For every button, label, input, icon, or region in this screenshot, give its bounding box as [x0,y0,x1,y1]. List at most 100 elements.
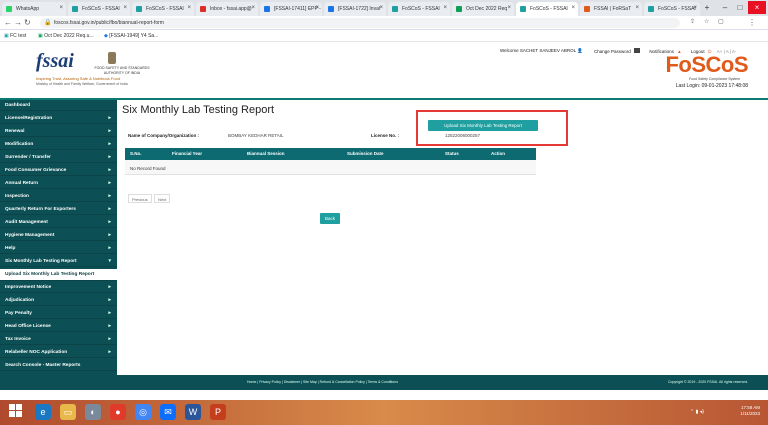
tab-label: FoSCoS - FSSAI [402,6,440,12]
upload-lab-report-button[interactable]: Upload Six Monthly Lab Testing Report [428,120,538,131]
browser-tab[interactable]: FSSAI | FoRSaT × [580,2,642,16]
new-tab-icon[interactable]: + [703,1,711,14]
share-icon[interactable]: ⇪ [690,18,695,25]
sidebar-item-label: Pay Penalty [5,311,32,316]
chevron-right-icon: ▸ [108,154,111,160]
browser-tab[interactable]: FoSCoS - FSSAI × [644,2,700,16]
browser-tab[interactable]: FoSCoS - FSSAI × [68,2,130,16]
logo-tagline: Inspiring Trust, Assuring Safe & Nutriti… [36,76,121,81]
pagination-previous[interactable]: Previous [128,194,152,203]
pagination-next[interactable]: Next [154,194,171,203]
sidebar-item-adjudication[interactable]: Adjudication ▸ [0,295,117,306]
browser-tab-active[interactable]: FoSCoS - FSSAI × [516,2,578,16]
close-icon[interactable]: × [443,5,447,11]
sidebar-item-help[interactable]: Help ▸ [0,243,117,254]
bookmark-item[interactable]: ▣ Oct Dec 2022 Req.u... [38,33,94,39]
internet-explorer-icon[interactable]: e [35,404,51,420]
chrome-icon[interactable]: ◎ [135,404,151,420]
tab-label: FoSCoS - FSSAI [146,6,184,12]
sidebar-item-modification[interactable]: Modification ▸ [0,139,117,150]
powerpoint-icon[interactable]: P [210,404,226,420]
sidebar-item-six-monthly-lab-report[interactable]: Six Monthly Lab Testing Report ▾ [0,256,117,267]
close-icon[interactable]: × [379,5,383,11]
bookmark-item[interactable]: ◆ [FSSAI-1949] Y4 Sa... [104,33,158,39]
reload-icon[interactable]: ↻ [24,18,31,27]
close-icon[interactable]: × [635,5,639,11]
sidebar-item-search-console[interactable]: Search Console - Master Reports [0,360,117,371]
sidebar-item-label: Inspection [5,194,29,199]
windows-start-icon[interactable] [8,404,24,420]
sidebar-item-label: Head Office License [5,324,51,329]
fssai-favicon-icon [392,6,398,12]
chevron-right-icon: ▸ [108,336,111,342]
system-tray-icons[interactable]: ⌃ ▮ ◂) [690,409,704,415]
browser-tab[interactable]: [FSSAI-17411] EPP - × [260,2,322,16]
star-icon[interactable]: ☆ [704,18,709,25]
sidebar-item-food-consumer-grievance[interactable]: Food Consumer Grievance ▸ [0,165,117,176]
sidebar-item-hygiene-management[interactable]: Hygiene Management ▸ [0,230,117,241]
url-input[interactable]: 🔒 foscos.fssai.gov.in/public/fbo/biannua… [40,18,680,28]
site-header: fssai FOOD SAFETY AND STANDARDS AUTHORIT… [0,42,768,98]
sidebar-subitem-upload-lab-report[interactable]: Upload Six Monthly Lab Testing Report [0,269,117,281]
change-password-link[interactable]: Change Password [594,49,631,54]
extensions-icon[interactable]: ▢ [718,18,724,25]
sidebar-item-annual-return[interactable]: Annual Return ▸ [0,178,117,189]
company-label: Name of Company/Organization : [128,133,200,138]
app-icon[interactable]: ◐ [85,404,101,420]
sidebar-item-tax-invoice[interactable]: Tax Invoice ▸ [0,334,117,345]
tab-label: FSSAI | FoRSaT [594,6,632,12]
sidebar-item-label: Search Console - Master Reports [5,363,81,368]
sidebar-item-inspection[interactable]: Inspection ▸ [0,191,117,202]
chevron-right-icon: ▸ [108,206,111,212]
minimize-icon[interactable]: – [718,1,732,14]
browser-tab[interactable]: Oct Dec 2022 Req × [452,2,514,16]
word-icon[interactable]: W [185,404,201,420]
browser-tab[interactable]: [FSSAI-1722] Inval × [324,2,386,16]
sidebar-item-label: Tax Invoice [5,337,31,342]
copyright-text: Copyright © 2019 - 2020 FSSAI. All right… [667,380,748,384]
sidebar-item-improvement-notice[interactable]: Improvement Notice ▸ [0,282,117,293]
maximize-icon[interactable]: □ [733,1,747,14]
sidebar-item-relabeller-noc[interactable]: Relabeller NOC Application ▸ [0,347,117,358]
sidebar-item-surrender-transfer[interactable]: Surrender / Transfer ▸ [0,152,117,163]
browser-tab[interactable]: Inbox - fssai.app@ × [196,2,258,16]
user-icon: 👤 [577,48,583,53]
sidebar-item-renewal[interactable]: Renewal ▸ [0,126,117,137]
close-icon[interactable]: × [187,5,191,11]
close-icon[interactable]: × [693,5,697,11]
media-player-icon[interactable]: ● [110,404,126,420]
bookmark-item[interactable]: ▣ FC test [4,33,26,39]
file-explorer-icon[interactable]: ▭ [60,404,76,420]
close-icon[interactable]: × [251,5,255,11]
jira-icon [328,6,334,12]
back-arrow-icon[interactable]: ← [4,18,12,27]
browser-tab[interactable]: WhatsApp × [2,2,66,16]
forward-arrow-icon[interactable]: → [14,18,22,27]
tab-label: FoSCoS - FSSAI [658,6,696,12]
taskbar-clock[interactable]: 17:58 AM 1/11/2023 [740,405,760,417]
sidebar-item-quarterly-return[interactable]: Quarterly Return For Exporters ▸ [0,204,117,215]
sidebar-item-license-registration[interactable]: License/Registration ▸ [0,113,117,124]
close-icon[interactable]: × [123,5,127,11]
footer-links[interactable]: Home | Privacy Policy | Disclaimer | Sit… [247,380,398,384]
sidebar-item-audit-management[interactable]: Audit Management ▸ [0,217,117,228]
close-icon[interactable]: × [507,5,511,11]
chevron-right-icon: ▸ [108,310,111,316]
browser-tab[interactable]: FoSCoS - FSSAI × [388,2,450,16]
close-icon[interactable]: × [59,5,63,11]
sidebar-item-head-office-license[interactable]: Head Office License ▸ [0,321,117,332]
close-window-icon[interactable]: × [748,1,766,14]
sheets-icon [456,6,462,12]
close-icon[interactable]: × [315,5,319,11]
browser-tab[interactable]: FoSCoS - FSSAI × [132,2,194,16]
menu-kebab-icon[interactable]: ⋮ [748,18,756,27]
close-icon[interactable]: × [571,5,575,11]
sidebar-item-dashboard[interactable]: Dashboard [0,100,117,111]
fssai-logo[interactable]: fssai [36,50,74,73]
back-button[interactable]: Back [320,213,340,224]
chevron-right-icon: ▸ [108,180,111,186]
fssai-favicon-icon: ▣ [4,33,9,39]
sidebar-item-pay-penalty[interactable]: Pay Penalty ▸ [0,308,117,319]
outlook-icon[interactable]: ✉ [160,404,176,420]
sidebar-item-label: License/Registration [5,116,53,121]
